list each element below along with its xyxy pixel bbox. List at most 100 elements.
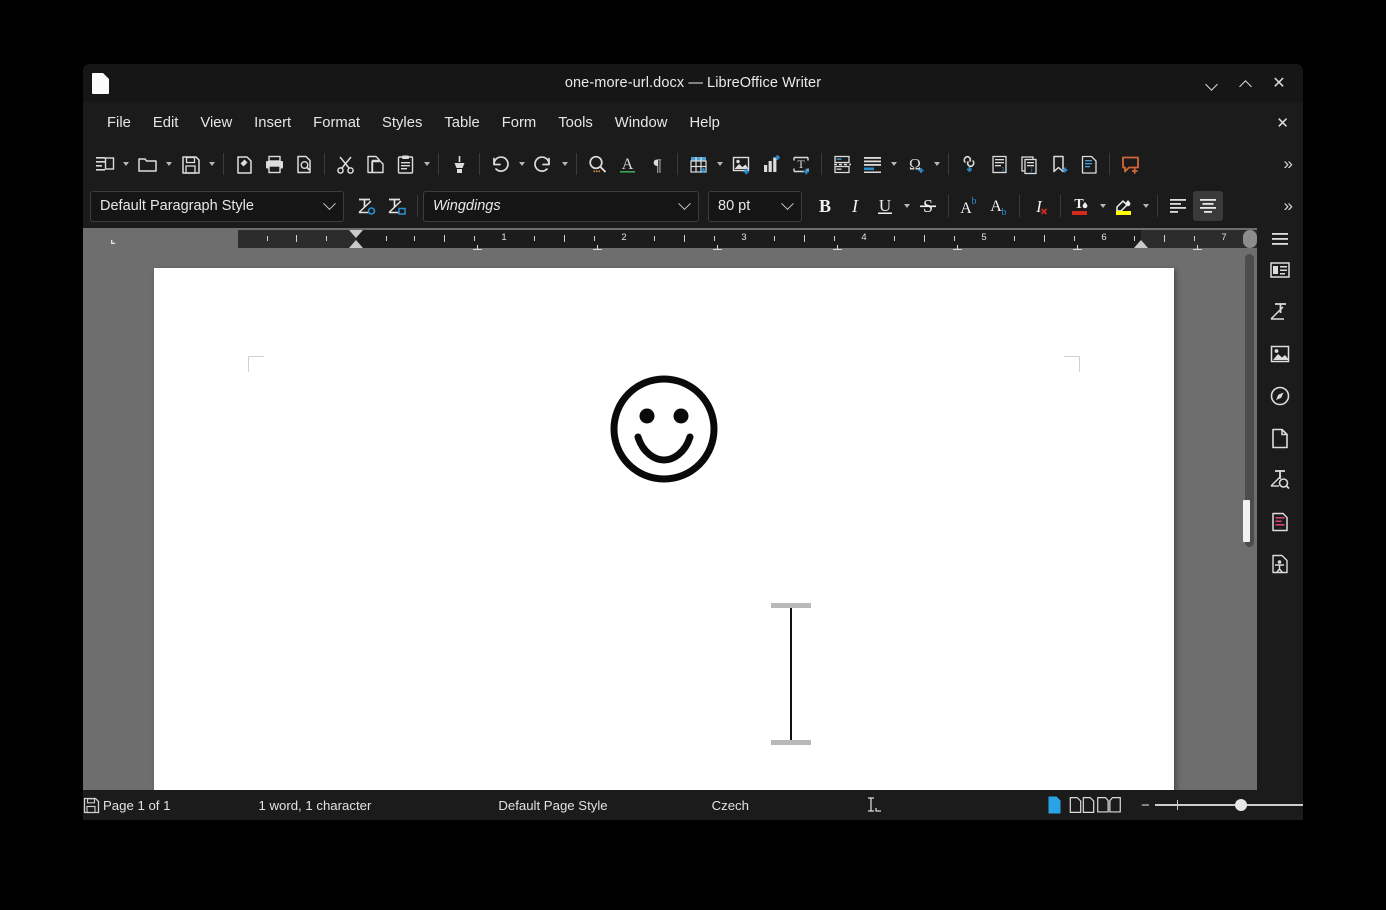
document-page[interactable] <box>154 268 1174 790</box>
copy-button[interactable] <box>360 149 390 179</box>
find-replace-button[interactable] <box>582 149 612 179</box>
menu-view[interactable]: View <box>189 111 243 135</box>
open-dropdown[interactable] <box>162 150 175 178</box>
highlight-color-dropdown[interactable] <box>1139 192 1152 220</box>
print-button[interactable] <box>259 149 289 179</box>
align-left-button[interactable] <box>1163 191 1193 221</box>
sidebar-item-page[interactable] <box>1264 422 1296 454</box>
paste-dropdown[interactable] <box>420 150 433 178</box>
print-preview-button[interactable] <box>289 149 319 179</box>
single-page-view-button[interactable] <box>1042 794 1068 816</box>
undo-dropdown[interactable] <box>515 150 528 178</box>
strikethrough-button[interactable]: S <box>913 191 943 221</box>
font-size-combobox[interactable]: 80 pt <box>708 190 802 222</box>
book-view-button[interactable] <box>1096 794 1122 816</box>
sidebar-scroll-handle[interactable] <box>1243 230 1257 248</box>
zoom-slider[interactable]: − + <box>1136 797 1303 814</box>
sidebar-item-manage-changes[interactable] <box>1264 506 1296 538</box>
superscript-button[interactable]: A b <box>954 191 984 221</box>
insert-table-dropdown[interactable] <box>713 150 726 178</box>
bold-button[interactable]: B <box>810 191 840 221</box>
update-selected-style-button[interactable] <box>352 191 382 221</box>
clone-formatting-button[interactable] <box>444 149 474 179</box>
new-style-from-selection-button[interactable] <box>382 191 412 221</box>
insert-text-box-button[interactable]: T <box>786 149 816 179</box>
save-status-button[interactable] <box>83 797 100 814</box>
sidebar-item-accessibility-check[interactable] <box>1264 548 1296 580</box>
insert-bookmark-button[interactable] <box>1044 149 1074 179</box>
open-button[interactable] <box>132 149 162 179</box>
insert-comment-button[interactable] <box>1115 149 1145 179</box>
menu-tools[interactable]: Tools <box>547 111 604 135</box>
standard-toolbar-overflow-button[interactable]: » <box>1278 154 1299 174</box>
export-pdf-button[interactable] <box>229 149 259 179</box>
italic-button[interactable]: I <box>840 191 870 221</box>
vertical-scrollbar[interactable] <box>1242 250 1257 790</box>
sidebar-toggle-handle[interactable] <box>1243 500 1250 542</box>
insert-footnote-button[interactable]: 1 <box>984 149 1014 179</box>
document-canvas[interactable] <box>83 250 1242 790</box>
save-button[interactable] <box>175 149 205 179</box>
cut-button[interactable] <box>330 149 360 179</box>
insert-table-button[interactable] <box>683 149 713 179</box>
zoom-slider-track[interactable] <box>1154 799 1303 811</box>
zoom-out-button[interactable]: − <box>1136 797 1155 814</box>
insert-image-button[interactable] <box>726 149 756 179</box>
menu-help[interactable]: Help <box>678 111 730 135</box>
horizontal-ruler[interactable]: 1 2 3 4 5 6 7 <box>238 230 1258 248</box>
multi-page-view-button[interactable] <box>1069 794 1095 816</box>
menu-styles[interactable]: Styles <box>371 111 433 135</box>
insert-chart-button[interactable] <box>756 149 786 179</box>
insert-hyperlink-button[interactable] <box>954 149 984 179</box>
chevron-down-icon[interactable] <box>319 192 339 221</box>
menu-file[interactable]: File <box>96 111 142 135</box>
undo-button[interactable] <box>485 149 515 179</box>
menu-window[interactable]: Window <box>604 111 679 135</box>
redo-dropdown[interactable] <box>558 150 571 178</box>
tab-stop-selector[interactable]: ⌞ <box>83 228 143 250</box>
insert-cross-reference-button[interactable] <box>1074 149 1104 179</box>
insert-special-character-button[interactable]: Ω <box>900 149 930 179</box>
word-count-status[interactable]: 1 word, 1 character <box>258 798 371 813</box>
zoom-slider-thumb[interactable] <box>1234 799 1247 811</box>
font-color-dropdown[interactable] <box>1096 192 1109 220</box>
font-color-button[interactable]: T <box>1066 191 1096 221</box>
chevron-down-icon[interactable] <box>777 192 797 221</box>
menu-form[interactable]: Form <box>491 111 548 135</box>
new-document-dropdown[interactable] <box>119 150 132 178</box>
insert-special-character-dropdown[interactable] <box>930 150 943 178</box>
insert-endnote-button[interactable]: i <box>1014 149 1044 179</box>
chevron-down-icon[interactable] <box>674 192 694 221</box>
menu-insert[interactable]: Insert <box>243 111 302 135</box>
sidebar-item-styles[interactable] <box>1264 296 1296 328</box>
underline-button[interactable]: U <box>870 191 900 221</box>
sidebar-item-navigator[interactable] <box>1264 380 1296 412</box>
paste-button[interactable] <box>390 149 420 179</box>
insert-field-button[interactable] <box>857 149 887 179</box>
first-line-indent-marker[interactable] <box>349 230 363 238</box>
formatting-toolbar-overflow-button[interactable]: » <box>1278 196 1299 216</box>
spelling-button[interactable]: A <box>612 149 642 179</box>
formatting-marks-button[interactable]: ¶ <box>642 149 672 179</box>
clear-formatting-button[interactable]: I <box>1025 191 1055 221</box>
paragraph-style-combobox[interactable]: Default Paragraph Style <box>90 190 344 222</box>
underline-dropdown[interactable] <box>900 192 913 220</box>
save-dropdown[interactable] <box>205 150 218 178</box>
insert-field-dropdown[interactable] <box>887 150 900 178</box>
close-document-button[interactable]: ✕ <box>1276 114 1289 132</box>
subscript-button[interactable]: A b <box>984 191 1014 221</box>
highlight-color-button[interactable] <box>1109 191 1139 221</box>
menu-edit[interactable]: Edit <box>142 111 190 135</box>
selection-mode-button[interactable] <box>864 795 886 815</box>
page-style-status[interactable]: Default Page Style <box>498 798 607 813</box>
sidebar-item-gallery[interactable] <box>1264 338 1296 370</box>
font-name-combobox[interactable]: Wingdings <box>423 190 699 222</box>
page-count-status[interactable]: Page 1 of 1 <box>103 798 170 813</box>
redo-button[interactable] <box>528 149 558 179</box>
language-status[interactable]: Czech <box>712 798 749 813</box>
new-document-button[interactable] <box>89 149 119 179</box>
menu-format[interactable]: Format <box>302 111 371 135</box>
insert-page-break-button[interactable] <box>827 149 857 179</box>
align-center-button[interactable] <box>1193 191 1223 221</box>
sidebar-item-properties[interactable] <box>1264 254 1296 286</box>
